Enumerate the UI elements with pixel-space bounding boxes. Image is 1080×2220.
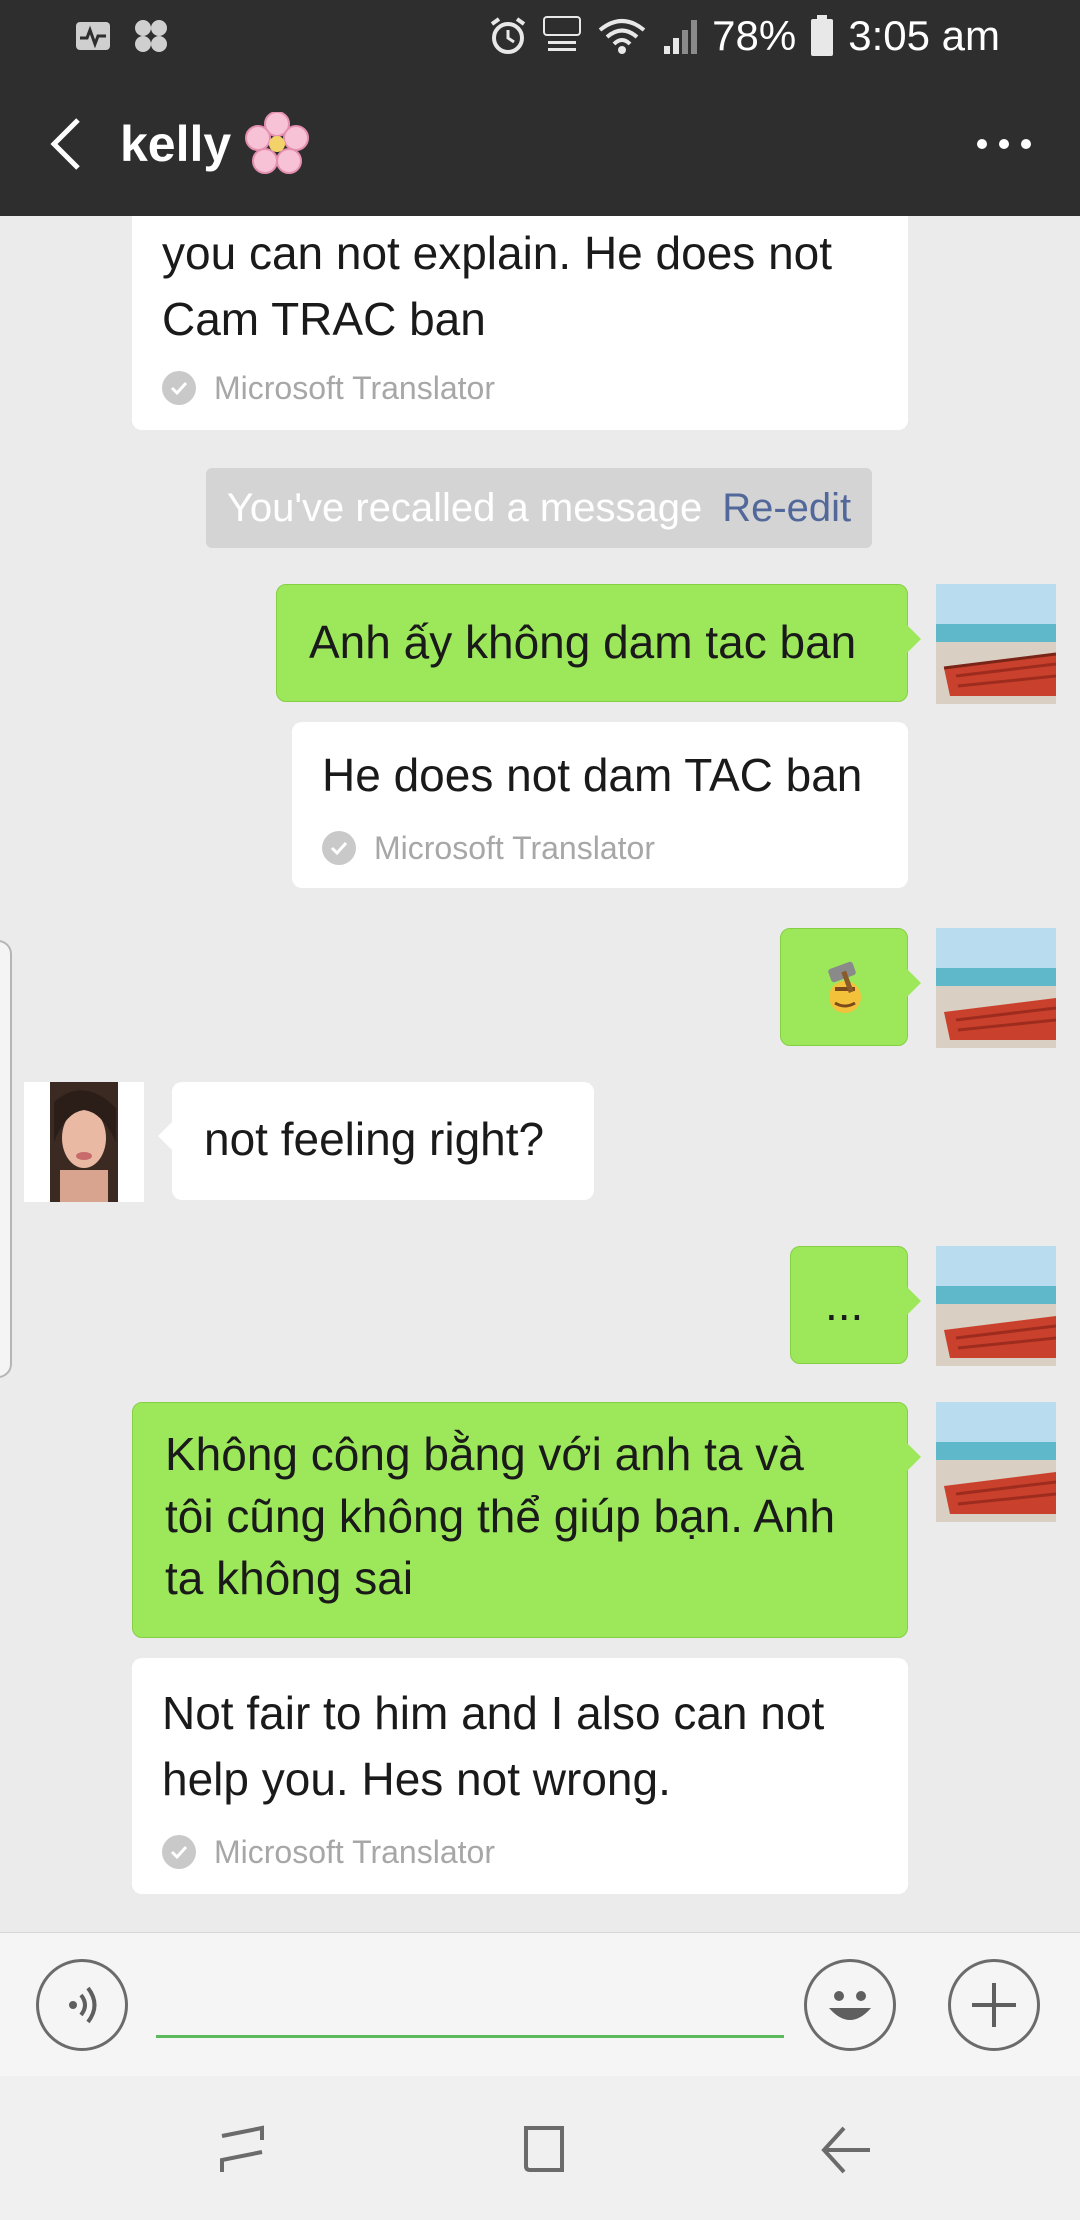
- home-icon: [524, 2126, 564, 2172]
- side-panel-handle[interactable]: [0, 940, 12, 1378]
- message-line: Không công bằng với anh ta và: [165, 1428, 804, 1480]
- recents-button[interactable]: [210, 2118, 274, 2182]
- battery-percent: 78%: [712, 12, 797, 59]
- pulse-icon: [76, 22, 110, 50]
- emoji-button[interactable]: [804, 1959, 896, 2051]
- cherry-blossom-icon: [245, 112, 310, 174]
- wifi-icon: [598, 19, 646, 54]
- sent-message[interactable]: Anh ấy không dam tac ban: [276, 584, 921, 702]
- sent-message-translation[interactable]: Not fair to him and I also can not help …: [132, 1658, 908, 1894]
- translator-label: Microsoft Translator: [374, 830, 655, 866]
- alarm-icon: [491, 17, 526, 54]
- plus-icon: [972, 1983, 1016, 2027]
- battery-icon: [811, 15, 834, 56]
- sent-sticker-message[interactable]: [780, 928, 921, 1046]
- voice-icon: [69, 1986, 97, 2024]
- translator-credit: Microsoft Translator: [322, 826, 655, 870]
- translator-credit: Microsoft Translator: [162, 366, 495, 410]
- message-text: ...: [825, 1278, 864, 1330]
- received-message-translation[interactable]: you can not explain. He does not Cam TRA…: [132, 216, 908, 430]
- hammer-emoji-icon: [828, 961, 861, 1013]
- add-button[interactable]: [948, 1959, 1040, 2051]
- chat-messages[interactable]: you can not explain. He does not Cam TRA…: [0, 216, 1080, 1932]
- chat-title[interactable]: kelly: [120, 110, 310, 178]
- sent-message[interactable]: ...: [790, 1246, 921, 1364]
- check-icon: [162, 1835, 196, 1869]
- contact-name: kelly: [120, 116, 232, 172]
- message-line: you can not explain. He does not: [162, 227, 833, 279]
- message-input[interactable]: [156, 1957, 784, 2038]
- back-button[interactable]: [36, 110, 96, 178]
- voice-button[interactable]: [36, 1959, 128, 2051]
- translator-label: Microsoft Translator: [214, 370, 495, 406]
- message-text: not feeling right?: [204, 1113, 545, 1165]
- dot: [1021, 139, 1031, 149]
- my-avatar[interactable]: [936, 1402, 1056, 1522]
- my-avatar[interactable]: [936, 928, 1056, 1048]
- smiley-icon: [829, 1991, 871, 2020]
- check-icon: [162, 371, 196, 405]
- signal-icon: [664, 20, 698, 54]
- chat-header: kelly: [0, 72, 1080, 216]
- message-input-bar: [0, 1932, 1080, 2076]
- translator-credit: Microsoft Translator: [162, 1830, 495, 1874]
- my-avatar[interactable]: [936, 1246, 1056, 1366]
- message-line: ta không sai: [165, 1552, 414, 1604]
- dot: [977, 139, 987, 149]
- sent-message[interactable]: Không công bằng với anh ta và tôi cũng k…: [132, 1402, 921, 1638]
- back-nav-button[interactable]: [814, 2118, 878, 2182]
- chevron-left-icon: [50, 118, 80, 170]
- received-message[interactable]: not feeling right?: [158, 1082, 594, 1200]
- translation-text: He does not dam TAC ban: [322, 749, 863, 801]
- game-icon: [135, 20, 167, 52]
- home-button[interactable]: [512, 2118, 576, 2182]
- message-text: Anh ấy không dam tac ban: [309, 616, 857, 668]
- recents-icon: [220, 2125, 264, 2172]
- status-bar: 78% 3:05 am: [0, 0, 1080, 72]
- more-options-button[interactable]: [964, 120, 1044, 168]
- back-icon: [821, 2126, 870, 2174]
- translation-line: Not fair to him and I also can not: [162, 1687, 825, 1739]
- message-line: tôi cũng không thể giúp bạn. Anh: [165, 1490, 836, 1542]
- system-nav-bar: [0, 2076, 1080, 2220]
- re-edit-link[interactable]: Re-edit: [722, 486, 851, 531]
- recall-text: You've recalled a message: [226, 485, 703, 530]
- translation-line: help you. Hes not wrong.: [162, 1753, 671, 1805]
- check-icon: [322, 831, 356, 865]
- translator-label: Microsoft Translator: [214, 1834, 495, 1870]
- recall-notice: You've recalled a message Re-edit: [206, 468, 872, 548]
- clock: 3:05 am: [848, 12, 1000, 59]
- dot: [999, 139, 1009, 149]
- sent-message-translation[interactable]: He does not dam TAC ban Microsoft Transl…: [292, 722, 908, 888]
- my-avatar[interactable]: [936, 584, 1056, 704]
- volte-icon: [543, 16, 582, 51]
- contact-avatar[interactable]: [24, 1082, 144, 1202]
- message-line: Cam TRAC ban: [162, 293, 486, 345]
